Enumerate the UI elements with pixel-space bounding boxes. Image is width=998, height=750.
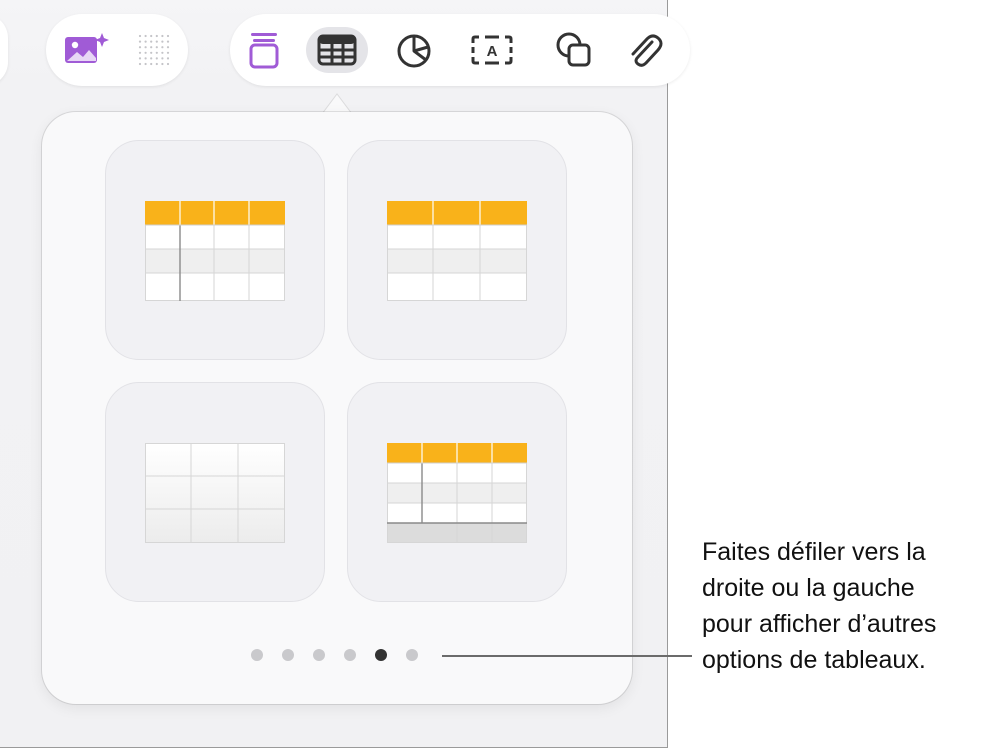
image-sparkle-button[interactable] [62, 26, 110, 74]
callout-line-1: Faites défiler vers la [702, 538, 926, 566]
dot-grid-button[interactable] [130, 26, 178, 74]
chart-button[interactable] [390, 26, 438, 74]
table-icon [317, 34, 357, 66]
text-box-a-icon: A [471, 35, 513, 65]
page-dot-5[interactable] [375, 649, 387, 661]
text-box-stack-button[interactable] [240, 26, 288, 74]
table-button[interactable] [306, 27, 368, 73]
popover-arrow [322, 93, 352, 114]
table-style-header-row[interactable] [347, 140, 567, 360]
page-dot-4[interactable] [344, 649, 356, 661]
table-style-plain[interactable] [105, 382, 325, 602]
callout-line-2: droite ou la gauche [702, 574, 915, 602]
dot-grid-icon [138, 34, 170, 66]
text-box-button[interactable]: A [468, 26, 516, 74]
table-style-popover [42, 112, 632, 704]
text-box-stack-icon [249, 33, 279, 69]
pie-chart-icon [397, 34, 431, 68]
shapes-button[interactable] [550, 26, 598, 74]
callout-line-4: options de tableaux. [702, 646, 926, 674]
table-style-header-row-col[interactable] [105, 140, 325, 360]
callout-line-3: pour afficher d’autres [702, 610, 937, 638]
table-thumbnail-header-row [387, 201, 527, 301]
text-box-a-label: A [487, 43, 498, 60]
callout-leader-line [442, 655, 692, 657]
attachment-button[interactable] [620, 26, 668, 74]
paperclip-icon [631, 34, 663, 67]
page-dot-6[interactable] [406, 649, 418, 661]
toolbar-left-pill [0, 14, 8, 86]
table-thumbnail-header-row-col [145, 201, 285, 301]
page-indicator[interactable] [251, 649, 418, 663]
page-dot-2[interactable] [282, 649, 294, 661]
image-sparkle-icon [65, 33, 109, 63]
table-style-header-row-col-footer[interactable] [347, 382, 567, 602]
table-thumbnail-header-row-col-footer [387, 443, 527, 543]
page-dot-3[interactable] [313, 649, 325, 661]
shapes-icon [556, 32, 591, 67]
callout-text: Faites défiler vers la droite ou la gauc… [702, 534, 994, 678]
page-dot-1[interactable] [251, 649, 263, 661]
table-thumbnail-plain [145, 443, 285, 543]
app-canvas: A [0, 0, 690, 748]
